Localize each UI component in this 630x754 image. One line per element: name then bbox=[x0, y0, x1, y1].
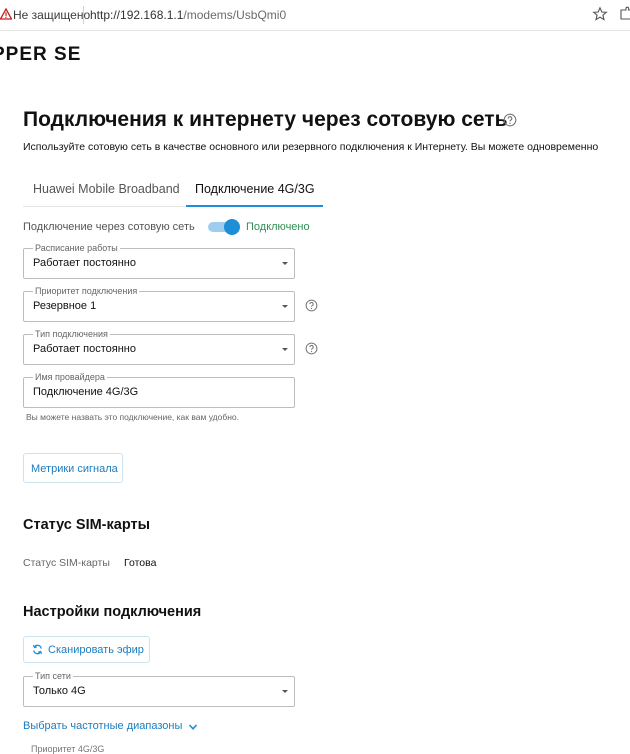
help-icon[interactable] bbox=[305, 342, 318, 355]
schedule-select[interactable]: Расписание работы Работает постоянно bbox=[23, 242, 295, 279]
browser-address-bar: Не защищено http://192.168.1.1/modems/Us… bbox=[0, 0, 630, 31]
network-type-label: Тип сети bbox=[33, 670, 73, 682]
refresh-icon bbox=[32, 644, 43, 655]
network-type-select[interactable]: Тип сети Только 4G bbox=[23, 670, 295, 707]
security-status[interactable]: Не защищено bbox=[13, 8, 90, 22]
connection-type-label: Тип подключения bbox=[33, 328, 110, 340]
url-host: http://192.168.1.1 bbox=[90, 8, 184, 22]
tab-huawei-mobile-broadband[interactable]: Huawei Mobile Broadband bbox=[33, 182, 180, 196]
connection-type-select[interactable]: Тип подключения Работает постоянно bbox=[23, 328, 295, 365]
page-title: Подключения к интернету через сотовую се… bbox=[23, 108, 508, 131]
schedule-label: Расписание работы bbox=[33, 242, 120, 254]
brand-logo[interactable]: PPER SE bbox=[0, 44, 81, 66]
caret-down-icon bbox=[282, 305, 288, 308]
priority-label: Приоритет подключения bbox=[33, 285, 140, 297]
help-icon[interactable] bbox=[503, 113, 517, 127]
chevron-down-icon[interactable] bbox=[188, 722, 198, 732]
caret-down-icon bbox=[282, 348, 288, 351]
signal-metrics-label: Метрики сигнала bbox=[31, 463, 118, 475]
app-header bbox=[0, 31, 630, 81]
signal-metrics-button[interactable]: Метрики сигнала bbox=[23, 453, 123, 483]
address-divider bbox=[83, 6, 84, 24]
select-bands-link[interactable]: Выбрать частотные диапазоны bbox=[23, 720, 182, 732]
help-icon[interactable] bbox=[305, 299, 318, 312]
connection-type-value: Работает постоянно bbox=[33, 343, 136, 355]
active-tab-indicator bbox=[186, 205, 323, 207]
caret-down-icon bbox=[282, 262, 288, 265]
toggle-thumb bbox=[224, 219, 240, 235]
priority-value: Резервное 1 bbox=[33, 300, 97, 312]
sim-status-heading: Статус SIM-карты bbox=[23, 517, 150, 533]
connection-status: Подключено bbox=[246, 221, 310, 233]
sim-status-value: Готова bbox=[124, 557, 157, 569]
caret-down-icon bbox=[282, 690, 288, 693]
warning-icon[interactable] bbox=[0, 8, 12, 20]
cellular-toggle-label: Подключение через сотовую сеть bbox=[23, 221, 195, 233]
network-type-value: Только 4G bbox=[33, 685, 86, 697]
provider-name-value: Подключение 4G/3G bbox=[33, 386, 139, 398]
scan-air-button[interactable]: Сканировать эфир bbox=[23, 636, 150, 663]
extension-icon[interactable] bbox=[618, 6, 630, 22]
priority-select[interactable]: Приоритет подключения Резервное 1 bbox=[23, 285, 295, 322]
page-description: Используйте сотовую сеть в качестве осно… bbox=[23, 141, 599, 153]
scan-air-label: Сканировать эфир bbox=[48, 644, 144, 656]
cropped-setting-text: Приоритет 4G/3G bbox=[31, 744, 105, 754]
cellular-connection-toggle[interactable] bbox=[208, 219, 240, 235]
connection-settings-heading: Настройки подключения bbox=[23, 604, 202, 620]
sim-status-label: Статус SIM-карты bbox=[23, 557, 110, 569]
tab-connection-4g-3g[interactable]: Подключение 4G/3G bbox=[195, 182, 315, 196]
url-path: /modems/UsbQmi0 bbox=[183, 8, 287, 22]
provider-name-label: Имя провайдера bbox=[33, 371, 107, 383]
provider-name-hint: Вы можете назвать это подключение, как в… bbox=[26, 412, 240, 422]
star-icon[interactable] bbox=[592, 6, 608, 22]
schedule-value: Работает постоянно bbox=[33, 257, 136, 269]
provider-name-input[interactable]: Имя провайдера Подключение 4G/3G bbox=[23, 371, 295, 408]
url-field[interactable]: http://192.168.1.1/modems/UsbQmi0 bbox=[90, 8, 286, 22]
